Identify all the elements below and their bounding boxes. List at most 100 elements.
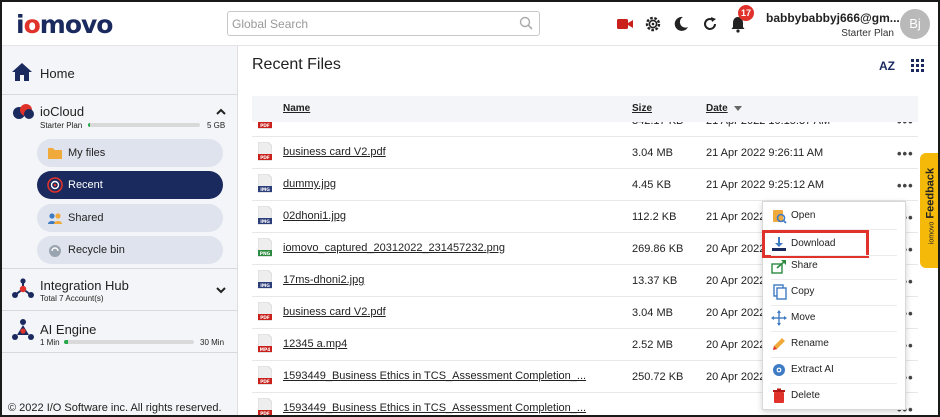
file-date: 20 Apr 2022 (706, 371, 766, 383)
logo-suffix: movo (39, 10, 114, 39)
extract-ai-icon (773, 364, 785, 376)
context-menu-item-copy[interactable]: Copy (763, 279, 905, 305)
integration-hub-title[interactable]: Integration Hub (40, 278, 129, 293)
recycle-bin-icon (49, 245, 61, 257)
column-header-date[interactable]: Date (706, 103, 728, 114)
context-menu-label: Download (791, 238, 836, 249)
feedback-text: Feedback (924, 167, 937, 219)
feedback-brand: iomovo (928, 221, 936, 245)
share-icon (771, 260, 786, 274)
my-files-label: My files (68, 147, 106, 159)
sidebar-divider (2, 352, 238, 353)
file-name[interactable]: 17ms-dhoni2.jpg (283, 274, 364, 286)
iocloud-plan: Starter Plan (40, 121, 83, 130)
global-search[interactable] (227, 11, 540, 36)
file-name[interactable]: 02dhoni1.jpg (283, 210, 346, 222)
file-type-label: IMG (260, 187, 270, 193)
file-date: 20 Apr 2022 (706, 339, 766, 351)
file-name[interactable]: business card V2.pdf (283, 146, 386, 158)
context-menu-label: Open (791, 210, 816, 221)
search-icon[interactable] (519, 16, 533, 30)
file-size: 3.04 MB (632, 307, 673, 319)
file-type-icon: PDF (258, 302, 272, 321)
more-options-icon[interactable]: ••• (897, 146, 914, 161)
file-type-label: PDF (260, 315, 270, 321)
video-icon[interactable] (615, 14, 635, 34)
sidebar-item-home[interactable]: Home (2, 58, 238, 88)
sort-az-button[interactable]: AZ (879, 59, 895, 73)
context-menu-item-extract-ai[interactable]: Extract AI (763, 357, 905, 383)
home-icon (12, 63, 32, 81)
file-name[interactable]: dummy.jpg (283, 178, 336, 190)
context-menu-label: Move (791, 312, 816, 323)
file-type-label: PDF (260, 155, 270, 161)
sidebar-item-shared[interactable]: Shared (37, 204, 223, 232)
ai-usage-progress-bar (64, 340, 194, 344)
sidebar-item-my-files[interactable]: My files (37, 139, 223, 167)
iocloud-title[interactable]: ioCloud (40, 104, 84, 119)
file-type-icon: IMG (258, 270, 272, 289)
context-menu-label: Share (791, 260, 818, 271)
settings-icon[interactable] (643, 14, 663, 34)
ai-engine-min: 1 Min (40, 338, 60, 347)
grid-view-icon[interactable] (911, 59, 924, 72)
file-type-label: PDF (260, 379, 270, 385)
context-menu-item-open[interactable]: Open (763, 203, 905, 229)
refresh-icon[interactable] (700, 14, 720, 34)
file-name[interactable]: business card V2.pdf (283, 306, 386, 318)
iocloud-icon (13, 104, 34, 119)
shared-icon (48, 213, 62, 224)
ai-usage-progress-fill (64, 340, 68, 344)
column-header-name[interactable]: Name (283, 103, 310, 114)
sidebar-item-recycle-bin[interactable]: Recycle bin (37, 236, 223, 264)
logo-accent-o: o (23, 10, 41, 39)
file-date: 21 Apr 2022 10:15:37 AM (706, 122, 830, 127)
table-row[interactable]: IMG dummy.jpg 4.45 KB 21 Apr 2022 9:25:12 A… (252, 169, 918, 201)
file-date: 21 Apr 2022 9:26:11 AM (706, 147, 824, 159)
context-menu-label: Copy (791, 286, 815, 297)
ai-engine-max: 30 Min (200, 338, 225, 347)
chevron-down-icon[interactable] (215, 284, 227, 296)
context-menu-item-share[interactable]: Share (763, 253, 905, 279)
file-size: 13.37 KB (632, 275, 678, 287)
avatar[interactable]: Bj (900, 9, 930, 39)
iomovo-logo[interactable]: iomovo (16, 10, 114, 39)
integration-hub-subtitle: Total 7 Account(s) (40, 294, 104, 303)
search-input[interactable] (228, 12, 508, 35)
sort-desc-icon[interactable] (734, 106, 742, 112)
theme-icon[interactable] (671, 14, 691, 34)
context-menu-item-delete[interactable]: Delete (763, 383, 905, 409)
file-name[interactable]: 1593449_Business Ethics in TCS_Assessmen… (283, 402, 586, 414)
file-type-label: PDF (260, 123, 270, 129)
app-window: iomovo 17 babby (0, 0, 940, 417)
table-row[interactable]: PDF business card V2.pdf 3.04 MB 21 Apr 202… (252, 137, 918, 169)
sidebar: Home ioCloud Starter Plan 5 GB My files (2, 46, 238, 415)
table-row[interactable]: PDF 342.17 KB 21 Apr 2022 10:15:37 AM ••• (252, 122, 918, 137)
context-menu-label: Rename (791, 338, 829, 349)
ai-engine-title[interactable]: AI Engine (40, 322, 96, 337)
feedback-tab[interactable]: iomovo Feedback (920, 153, 938, 268)
column-header-size[interactable]: Size (632, 103, 652, 114)
ai-engine-icon (12, 319, 34, 340)
context-menu-item-move[interactable]: Move (763, 305, 905, 331)
sidebar-item-recent[interactable]: Recent (37, 171, 223, 199)
context-menu-item-download[interactable]: Download (762, 230, 869, 258)
file-type-icon: IMG (258, 206, 272, 225)
file-size: 3.04 MB (632, 147, 673, 159)
file-type-label: MP4 (260, 347, 271, 353)
file-name[interactable]: iomovo_captured_20312022_231457232.png (283, 242, 505, 254)
file-name[interactable]: 1593449_Business Ethics in TCS_Assessmen… (283, 370, 586, 382)
file-type-icon: MP4 (258, 334, 272, 353)
context-menu-item-rename[interactable]: Rename (763, 331, 905, 357)
user-email[interactable]: babbybabbyj666@gm... (766, 11, 900, 25)
file-size: 269.86 KB (632, 243, 684, 255)
sidebar-divider (2, 268, 238, 269)
file-name[interactable]: 12345 a.mp4 (283, 338, 347, 350)
file-date: 20 Apr 2022 (706, 243, 766, 255)
recycle-bin-label: Recycle bin (68, 244, 125, 256)
more-options-icon[interactable]: ••• (897, 178, 914, 193)
more-options-icon[interactable]: ••• (897, 122, 914, 129)
file-type-icon: PDF (258, 366, 272, 385)
chevron-up-icon[interactable] (215, 106, 227, 118)
file-size: 4.45 KB (632, 179, 672, 191)
